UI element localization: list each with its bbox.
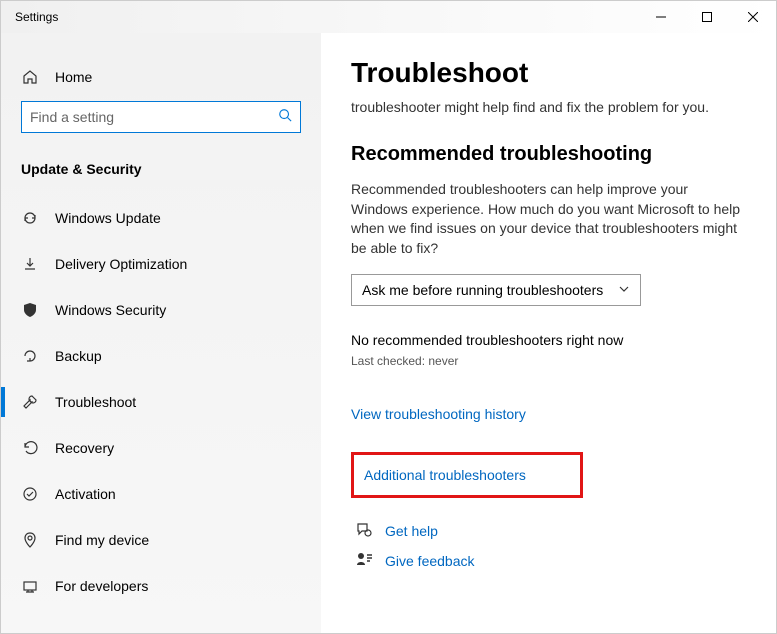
recovery-icon xyxy=(21,440,39,456)
sidebar-item-label: Windows Security xyxy=(55,302,166,318)
page-subline: troubleshooter might help find and fix t… xyxy=(351,99,746,115)
sidebar-item-label: Recovery xyxy=(55,440,114,456)
home-label: Home xyxy=(55,69,92,85)
sidebar-item-label: Windows Update xyxy=(55,210,161,226)
section-heading: Recommended troubleshooting xyxy=(351,143,746,166)
sidebar-item-label: Find my device xyxy=(55,532,149,548)
sidebar-item-find-my-device[interactable]: Find my device xyxy=(1,517,321,563)
sidebar-item-windows-security[interactable]: Windows Security xyxy=(1,287,321,333)
sidebar-item-windows-update[interactable]: Windows Update xyxy=(1,195,321,241)
search-box[interactable] xyxy=(21,101,301,133)
location-icon xyxy=(21,532,39,548)
home-icon xyxy=(21,69,39,85)
give-feedback-link[interactable]: Give feedback xyxy=(351,546,746,576)
last-checked-text: Last checked: never xyxy=(351,354,746,368)
backup-icon xyxy=(21,348,39,364)
close-button[interactable] xyxy=(730,1,776,33)
wrench-icon xyxy=(21,394,39,410)
shield-icon xyxy=(21,302,39,318)
minimize-button[interactable] xyxy=(638,1,684,33)
main-content: Troubleshoot troubleshooter might help f… xyxy=(321,33,776,633)
page-title: Troubleshoot xyxy=(351,57,746,89)
titlebar: Settings xyxy=(1,1,776,33)
feedback-label: Give feedback xyxy=(385,553,475,569)
sidebar-item-label: Delivery Optimization xyxy=(55,256,187,272)
check-circle-icon xyxy=(21,486,39,502)
sidebar-item-label: Troubleshoot xyxy=(55,394,136,410)
sidebar-item-for-developers[interactable]: For developers xyxy=(1,563,321,609)
search-input[interactable] xyxy=(30,109,278,125)
feedback-icon xyxy=(355,551,373,572)
sidebar-item-label: For developers xyxy=(55,578,148,594)
dropdown-value: Ask me before running troubleshooters xyxy=(362,282,603,298)
download-icon xyxy=(21,256,39,272)
maximize-button[interactable] xyxy=(684,1,730,33)
get-help-link[interactable]: Get help xyxy=(351,516,746,546)
status-text: No recommended troubleshooters right now xyxy=(351,332,746,348)
section-text: Recommended troubleshooters can help imp… xyxy=(351,180,746,258)
sidebar-item-label: Activation xyxy=(55,486,116,502)
developers-icon xyxy=(21,578,39,594)
window-title: Settings xyxy=(1,10,58,24)
sync-icon xyxy=(21,210,39,226)
highlighted-link-box: Additional troubleshooters xyxy=(351,452,583,498)
view-history-link[interactable]: View troubleshooting history xyxy=(351,406,746,422)
sidebar: Home Update & Security Windows Update De… xyxy=(1,33,321,633)
sidebar-item-recovery[interactable]: Recovery xyxy=(1,425,321,471)
sidebar-item-delivery-optimization[interactable]: Delivery Optimization xyxy=(1,241,321,287)
sidebar-item-troubleshoot[interactable]: Troubleshoot xyxy=(1,379,321,425)
additional-troubleshooters-link[interactable]: Additional troubleshooters xyxy=(364,467,526,483)
search-icon xyxy=(278,108,292,127)
category-header: Update & Security xyxy=(1,133,321,195)
chevron-down-icon xyxy=(618,283,630,298)
help-icon xyxy=(355,521,373,542)
help-label: Get help xyxy=(385,523,438,539)
home-nav[interactable]: Home xyxy=(1,63,321,91)
sidebar-item-activation[interactable]: Activation xyxy=(1,471,321,517)
sidebar-item-label: Backup xyxy=(55,348,102,364)
recommendation-dropdown[interactable]: Ask me before running troubleshooters xyxy=(351,274,641,306)
sidebar-item-backup[interactable]: Backup xyxy=(1,333,321,379)
